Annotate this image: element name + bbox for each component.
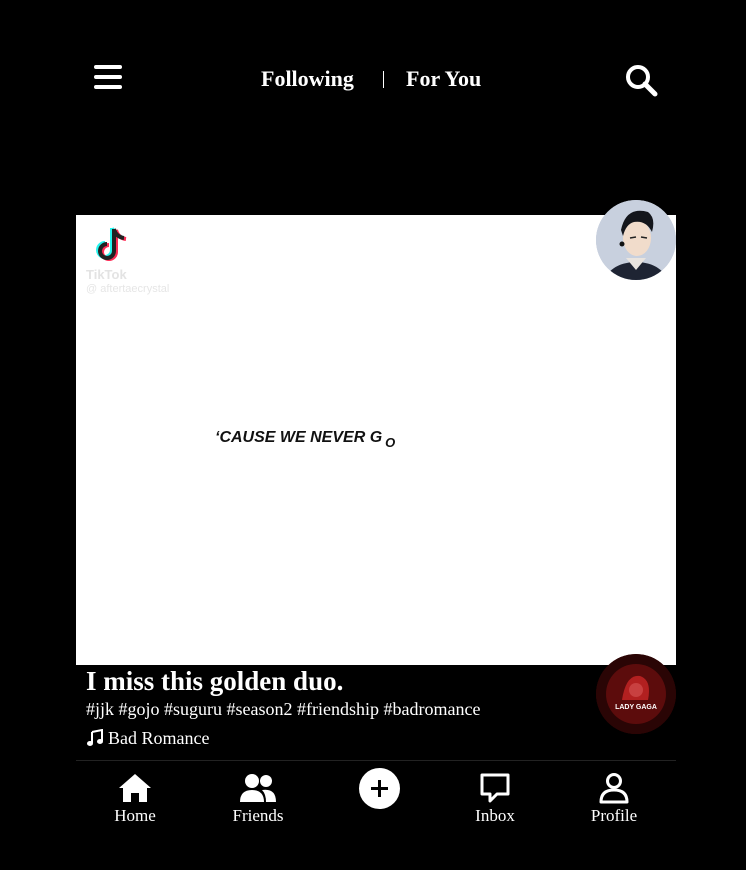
post-hashtags[interactable]: #jjk #gojo #suguru #season2 #friendship … — [86, 699, 480, 720]
video-player[interactable]: TikTok @ aftertaecrystal ‘CAUSE WE NEVER… — [76, 215, 676, 665]
avatar-illustration — [596, 200, 676, 280]
sound-disc[interactable]: LADY GAGA — [596, 654, 676, 734]
nav-inbox-label: Inbox — [475, 806, 515, 825]
watermark-handle: @ aftertaecrystal — [86, 283, 170, 295]
nav-inbox[interactable]: Inbox — [445, 772, 545, 826]
caption-text: ‘CAUSE WE NEVER G — [215, 429, 383, 446]
sound-link[interactable]: Bad Romance — [86, 728, 209, 749]
inbox-icon — [480, 773, 510, 803]
video-caption-overlay: ‘CAUSE WE NEVER GO — [215, 429, 396, 450]
bottom-divider — [76, 760, 676, 761]
nav-profile-label: Profile — [590, 806, 638, 825]
profile-icon — [599, 773, 629, 804]
tab-divider — [383, 71, 384, 88]
post-title: I miss this golden duo. — [86, 666, 344, 696]
nav-friends-label: Friends — [232, 806, 284, 825]
watermark-brand: TikTok — [86, 267, 127, 282]
friends-icon — [240, 774, 276, 802]
creator-avatar[interactable] — [596, 200, 676, 280]
tab-for-you[interactable]: For You — [406, 66, 481, 92]
nav-home-label: Home — [114, 806, 156, 825]
nav-profile[interactable]: Profile — [564, 772, 664, 826]
top-nav: Following For You — [0, 0, 746, 160]
caption-text-tail: O — [385, 435, 396, 450]
music-note-icon — [87, 729, 103, 746]
disc-label: LADY GAGA — [615, 704, 657, 711]
album-art-icon — [596, 654, 676, 734]
app-root: Following For You TikTok @ aftertaecryst… — [0, 0, 746, 870]
tab-following[interactable]: Following — [261, 66, 354, 92]
bottom-nav: Home Friends Inbox Profile — [0, 762, 746, 870]
sound-name: Bad Romance — [108, 728, 210, 748]
nav-friends[interactable]: Friends — [208, 772, 308, 826]
home-icon — [119, 774, 151, 802]
tiktok-watermark: TikTok @ aftertaecrystal — [84, 221, 194, 301]
tiktok-logo-icon — [96, 227, 127, 261]
plus-icon[interactable] — [359, 768, 400, 809]
nav-home[interactable]: Home — [85, 772, 185, 826]
search-icon[interactable] — [624, 63, 658, 97]
hamburger-menu-icon[interactable] — [94, 65, 126, 93]
